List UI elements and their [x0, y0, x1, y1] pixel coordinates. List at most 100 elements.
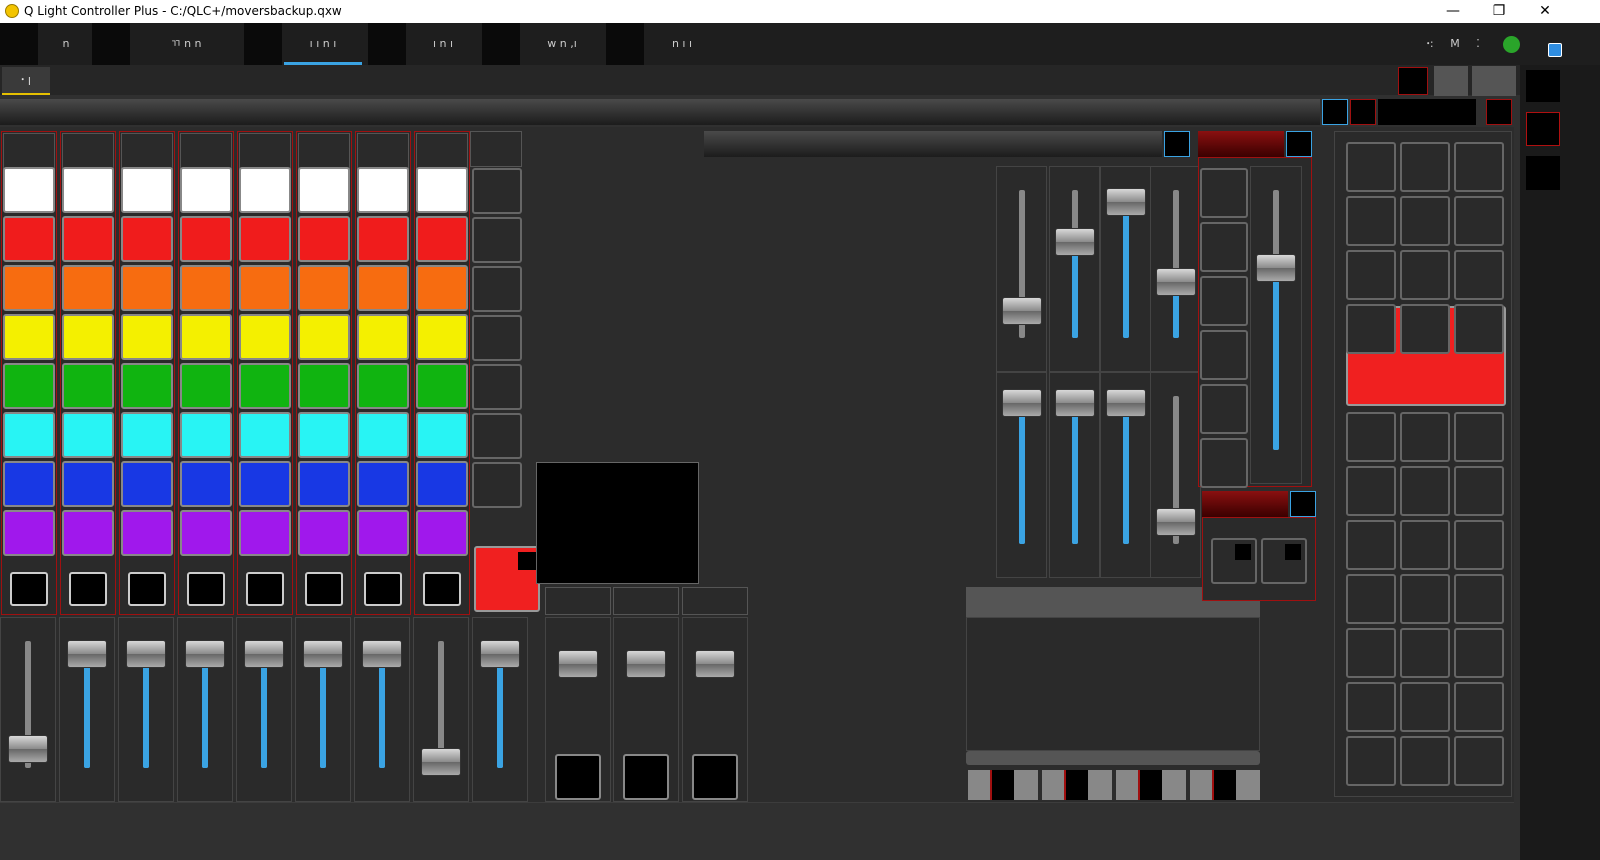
- preset-button[interactable]: [1346, 196, 1396, 246]
- frame-button[interactable]: [1200, 330, 1248, 380]
- preset-button[interactable]: [472, 462, 522, 508]
- frame-button[interactable]: [1200, 438, 1248, 488]
- color-button-o[interactable]: [416, 265, 468, 311]
- preset-button[interactable]: [1454, 250, 1504, 300]
- preset-button[interactable]: [472, 168, 522, 214]
- frame-button[interactable]: [1286, 131, 1312, 157]
- frame-button[interactable]: [1378, 99, 1476, 125]
- color-button-r[interactable]: [62, 216, 114, 262]
- color-button-o[interactable]: [121, 265, 173, 311]
- preset-button[interactable]: [472, 413, 522, 459]
- slider-knob[interactable]: [1256, 254, 1296, 282]
- cue-button[interactable]: [1088, 770, 1112, 800]
- cue-button[interactable]: [1190, 770, 1212, 800]
- flash-button[interactable]: [555, 754, 601, 800]
- small-frame-button[interactable]: [1261, 538, 1307, 584]
- frame-button[interactable]: [1290, 491, 1316, 517]
- color-button-y[interactable]: [121, 314, 173, 360]
- preset-button[interactable]: [1454, 196, 1504, 246]
- slider-knob[interactable]: [8, 734, 48, 763]
- side-button[interactable]: [1526, 112, 1560, 146]
- color-button-b[interactable]: [180, 461, 232, 507]
- preset-button[interactable]: [472, 364, 522, 410]
- frame-button[interactable]: [1200, 384, 1248, 434]
- slider-knob[interactable]: [1001, 297, 1042, 326]
- color-button-r[interactable]: [416, 216, 468, 262]
- minimize-button[interactable]: —: [1430, 0, 1476, 23]
- cue-button[interactable]: [1162, 770, 1186, 800]
- frame-button[interactable]: [1200, 168, 1248, 218]
- slider-knob[interactable]: [67, 639, 107, 668]
- color-button-y[interactable]: [298, 314, 350, 360]
- preset-button[interactable]: [1346, 736, 1396, 786]
- color-button-w[interactable]: [62, 167, 114, 213]
- color-button-g[interactable]: [357, 363, 409, 409]
- color-button-v[interactable]: [121, 510, 173, 556]
- color-button-c[interactable]: [357, 412, 409, 458]
- slider-knob[interactable]: [626, 650, 666, 678]
- cue-button[interactable]: [1042, 770, 1064, 800]
- color-button-w[interactable]: [121, 167, 173, 213]
- cue-button[interactable]: [1236, 770, 1260, 800]
- color-button-y[interactable]: [180, 314, 232, 360]
- color-button-y[interactable]: [239, 314, 291, 360]
- preset-button[interactable]: [1400, 196, 1450, 246]
- color-button-y[interactable]: [416, 314, 468, 360]
- tab-fixtures[interactable]: n: [40, 23, 92, 65]
- color-button-o[interactable]: [357, 265, 409, 311]
- xy-pad[interactable]: [536, 462, 699, 584]
- side-button[interactable]: [1526, 70, 1560, 102]
- color-button-c[interactable]: [3, 412, 55, 458]
- color-button-r[interactable]: [357, 216, 409, 262]
- color-button-g[interactable]: [121, 363, 173, 409]
- side-button[interactable]: [1526, 156, 1560, 190]
- color-button-o[interactable]: [180, 265, 232, 311]
- color-button-y[interactable]: [357, 314, 409, 360]
- color-button-w[interactable]: [357, 167, 409, 213]
- preset-button[interactable]: [1454, 412, 1504, 462]
- preset-button[interactable]: [472, 217, 522, 263]
- tab-input-output[interactable]: n ı ı: [644, 23, 720, 65]
- tab-show-manager[interactable]: w n ,ı: [520, 23, 604, 65]
- color-preview-button[interactable]: [474, 546, 540, 612]
- effect-button[interactable]: [364, 572, 402, 606]
- main-frame-header[interactable]: [0, 99, 1320, 125]
- color-button-c[interactable]: [180, 412, 232, 458]
- preset-button[interactable]: [1400, 142, 1450, 192]
- color-button-b[interactable]: [298, 461, 350, 507]
- preset-button[interactable]: [1400, 304, 1450, 354]
- close-button[interactable]: ✕: [1522, 0, 1568, 23]
- color-button-r[interactable]: [121, 216, 173, 262]
- frame-header[interactable]: [704, 131, 1162, 157]
- small-frame-button[interactable]: [1211, 538, 1257, 584]
- color-button-o[interactable]: [298, 265, 350, 311]
- color-button-r[interactable]: [298, 216, 350, 262]
- slider-knob[interactable]: [1054, 389, 1095, 418]
- preset-button[interactable]: [472, 266, 522, 312]
- color-button-v[interactable]: [239, 510, 291, 556]
- tab-simple-desk[interactable]: ı n ı: [406, 23, 480, 65]
- color-button-y[interactable]: [62, 314, 114, 360]
- slider-knob[interactable]: [558, 650, 598, 678]
- vc-control-button[interactable]: [1398, 67, 1428, 95]
- cue-list[interactable]: [966, 617, 1260, 751]
- color-button-c[interactable]: [416, 412, 468, 458]
- slider-knob[interactable]: [480, 639, 520, 668]
- preset-button[interactable]: [1454, 520, 1504, 570]
- cue-button[interactable]: [990, 770, 1014, 800]
- preset-button[interactable]: [1346, 412, 1396, 462]
- cue-list-scrollbar[interactable]: [966, 751, 1260, 765]
- color-button-r[interactable]: [239, 216, 291, 262]
- window-icon[interactable]: [1548, 43, 1562, 57]
- slider-knob[interactable]: [1001, 389, 1042, 418]
- effect-button[interactable]: [423, 572, 461, 606]
- toolbar-item[interactable]: M: [1444, 23, 1466, 65]
- preset-button[interactable]: [1400, 736, 1450, 786]
- preset-button[interactable]: [1346, 466, 1396, 516]
- tab-virtual-console[interactable]: ı ı n ı: [284, 23, 362, 65]
- slider-knob[interactable]: [1105, 389, 1146, 418]
- color-button-w[interactable]: [180, 167, 232, 213]
- preset-button[interactable]: [1454, 682, 1504, 732]
- color-button-b[interactable]: [357, 461, 409, 507]
- frame-header-selected[interactable]: [1198, 131, 1284, 157]
